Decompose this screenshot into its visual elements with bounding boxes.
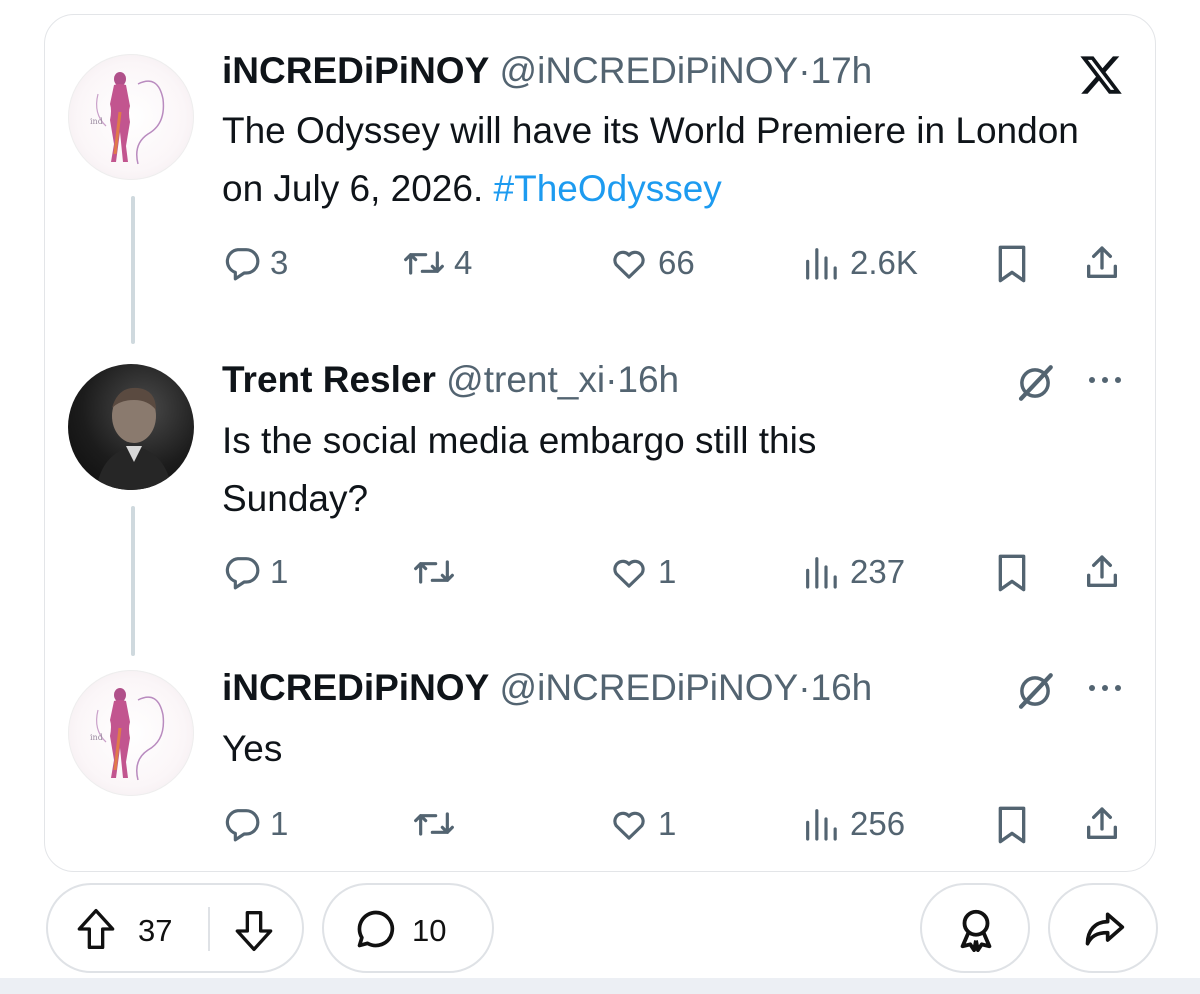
vote-divider	[208, 907, 210, 951]
reply-count: 1	[270, 805, 289, 842]
heart-icon	[613, 559, 645, 588]
tweet-text-content: Is the social media embargo still this S…	[222, 420, 817, 519]
view-count: 237	[850, 553, 906, 590]
thread-line	[131, 506, 135, 656]
reply-count: 1	[270, 553, 289, 590]
repost-icon	[414, 812, 454, 836]
bookmark-icon	[998, 806, 1026, 844]
tweet-header: Trent Resler @trent_xi·16h	[222, 358, 679, 402]
grok-button[interactable]	[1014, 670, 1056, 717]
tweet-text: Is the social media embargo still this S…	[222, 412, 942, 528]
author-name[interactable]: iNCREDiPiNOY	[222, 50, 489, 91]
bookmark-button[interactable]	[994, 805, 1030, 850]
heart-icon	[613, 250, 645, 279]
author-name[interactable]: iNCREDiPiNOY	[222, 667, 489, 708]
like-button[interactable]: 1	[608, 552, 676, 592]
bookmark-button[interactable]	[994, 553, 1030, 598]
avatar[interactable]	[68, 364, 194, 490]
upvote-icon	[77, 909, 115, 949]
vote-pill: 37	[46, 883, 304, 973]
views-button[interactable]: 256	[800, 804, 905, 844]
repost-count: 4	[454, 244, 473, 281]
thread-line	[131, 196, 135, 344]
author-handle[interactable]: @iNCREDiPiNOY	[500, 667, 799, 708]
tweet-text-content: Yes	[222, 728, 283, 769]
repost-icon	[404, 251, 444, 275]
avatar[interactable]: ind	[68, 670, 194, 796]
timestamp[interactable]: 17h	[811, 50, 873, 91]
comments-button[interactable]: 10	[322, 883, 494, 973]
separator: ·	[798, 50, 811, 91]
share-icon	[1087, 807, 1117, 839]
share-icon	[1087, 555, 1117, 587]
tweet-text: The Odyssey will have its World Premiere…	[222, 102, 1102, 218]
repost-button[interactable]	[412, 804, 456, 844]
award-icon	[960, 909, 992, 952]
reply-icon	[225, 248, 260, 281]
like-count: 1	[658, 553, 677, 590]
upvote-button[interactable]	[76, 907, 116, 956]
bottom-strip	[0, 978, 1200, 994]
tweet-header: iNCREDiPiNOY @iNCREDiPiNOY·17h	[222, 49, 872, 93]
reply-icon	[225, 809, 260, 842]
forward-icon	[1085, 912, 1125, 946]
author-handle[interactable]: @iNCREDiPiNOY	[500, 50, 799, 91]
downvote-button[interactable]	[234, 909, 274, 958]
share-icon	[1087, 246, 1117, 278]
reply-button[interactable]: 1	[222, 804, 288, 844]
share-button-footer[interactable]	[1048, 883, 1158, 973]
more-button[interactable]	[1086, 372, 1126, 393]
comment-count: 10	[412, 913, 447, 948]
downvote-icon	[235, 911, 273, 951]
award-button[interactable]	[920, 883, 1030, 973]
svg-text:ind: ind	[90, 117, 103, 126]
like-button[interactable]: 1	[608, 804, 676, 844]
view-count: 256	[850, 805, 906, 842]
reply-count: 3	[270, 244, 289, 281]
repost-button[interactable]	[412, 552, 456, 592]
separator: ·	[605, 359, 618, 400]
timestamp[interactable]: 16h	[811, 667, 873, 708]
repost-icon	[414, 560, 454, 584]
like-button[interactable]: 66	[608, 243, 695, 283]
more-icon	[1089, 685, 1121, 691]
grok-icon	[1018, 365, 1053, 401]
views-button[interactable]: 237	[800, 552, 905, 592]
repost-button[interactable]: 4	[402, 243, 472, 283]
tweet-text: Yes	[222, 720, 1102, 778]
reply-icon	[225, 557, 260, 590]
share-button[interactable]	[1082, 803, 1122, 850]
views-icon	[806, 557, 837, 589]
share-button[interactable]	[1082, 551, 1122, 598]
views-icon	[806, 809, 837, 841]
more-button[interactable]	[1086, 680, 1126, 701]
like-count: 1	[658, 805, 677, 842]
more-icon	[1089, 377, 1121, 383]
tweet-header: iNCREDiPiNOY @iNCREDiPiNOY·16h	[222, 666, 872, 710]
view-count: 2.6K	[850, 244, 918, 281]
views-button[interactable]: 2.6K	[800, 243, 918, 283]
author-name[interactable]: Trent Resler	[222, 359, 436, 400]
x-logo-icon	[1078, 52, 1124, 98]
hashtag-link[interactable]: #TheOdyssey	[494, 168, 722, 209]
avatar[interactable]: ind	[68, 54, 194, 180]
author-handle[interactable]: @trent_xi	[446, 359, 605, 400]
grok-button[interactable]	[1014, 362, 1056, 409]
like-count: 66	[658, 244, 695, 281]
reply-button[interactable]: 3	[222, 243, 288, 283]
comment-icon	[357, 910, 395, 948]
reply-button[interactable]: 1	[222, 552, 288, 592]
upvote-count: 37	[138, 913, 173, 948]
views-icon	[806, 248, 837, 280]
timestamp[interactable]: 16h	[617, 359, 679, 400]
bookmark-button[interactable]	[994, 244, 1030, 289]
grok-icon	[1018, 673, 1053, 709]
bookmark-icon	[998, 245, 1026, 283]
svg-text:ind: ind	[90, 733, 103, 742]
bookmark-icon	[998, 554, 1026, 592]
separator: ·	[798, 667, 811, 708]
share-button[interactable]	[1082, 242, 1122, 289]
heart-icon	[613, 811, 645, 840]
